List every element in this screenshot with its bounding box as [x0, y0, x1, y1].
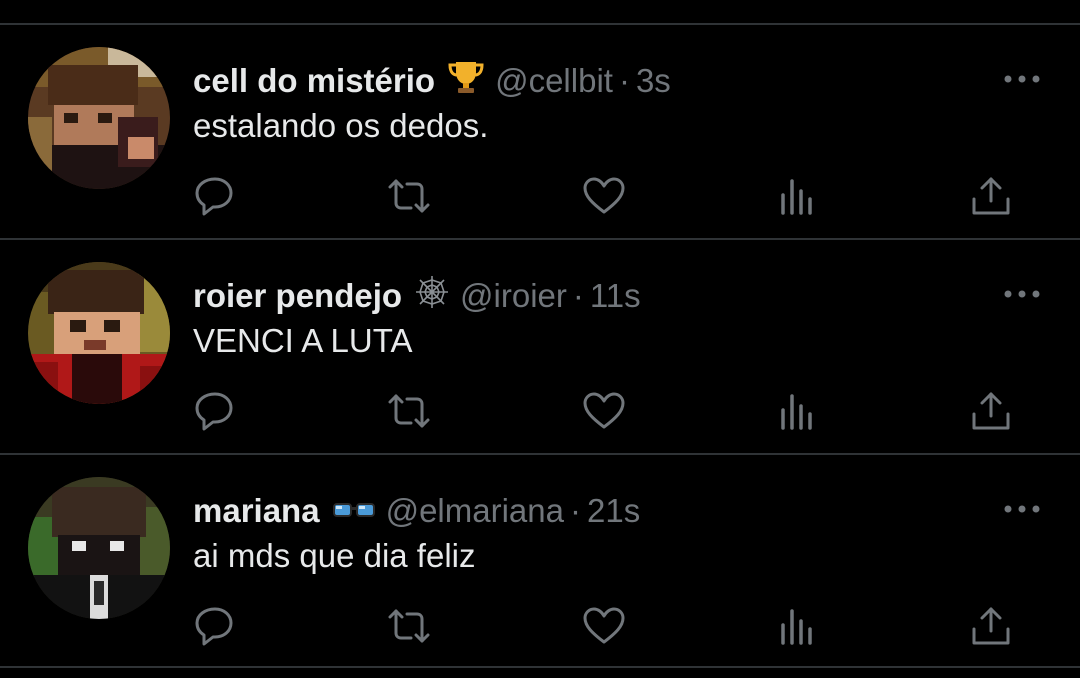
separator: ·: [618, 62, 630, 99]
action-bar: [0, 173, 1080, 223]
reply-icon[interactable]: [192, 173, 238, 219]
handle[interactable]: @cellbit: [495, 62, 613, 100]
glasses-icon: [332, 492, 376, 530]
reply-icon[interactable]: [192, 388, 238, 434]
tweet-header: cell do mistério @cellbit · 3s: [193, 61, 671, 101]
action-bar: [0, 388, 1080, 438]
avatar[interactable]: [28, 47, 170, 189]
tweet-text: VENCI A LUTA: [193, 322, 413, 359]
display-name[interactable]: cell do mistério: [193, 62, 435, 100]
handle[interactable]: @elmariana: [386, 492, 564, 530]
share-icon[interactable]: [968, 173, 1014, 219]
timestamp[interactable]: 21s: [587, 492, 640, 530]
more-options-icon[interactable]: [1002, 282, 1042, 306]
action-bar: [0, 603, 1080, 653]
display-name[interactable]: roier pendejo: [193, 277, 402, 315]
analytics-icon[interactable]: [775, 173, 821, 219]
tweet[interactable]: cell do mistério @cellbit · 3s estalando…: [0, 25, 1080, 239]
handle[interactable]: @iroier: [460, 277, 567, 315]
trophy-icon: [447, 60, 485, 102]
like-icon[interactable]: [581, 603, 627, 649]
separator: ·: [572, 277, 584, 314]
tweet-header: roier pendejo @iroier · 11s: [193, 276, 641, 316]
separator: ·: [569, 492, 581, 529]
retweet-icon[interactable]: [386, 603, 432, 649]
tweet-header: mariana @elmariana · 21s: [193, 491, 640, 531]
spider-web-icon: [414, 274, 450, 318]
display-name[interactable]: mariana: [193, 492, 320, 530]
retweet-icon[interactable]: [386, 173, 432, 219]
like-icon[interactable]: [581, 388, 627, 434]
tweet[interactable]: roier pendejo @iroier · 11s VENCI A LUTA: [0, 240, 1080, 454]
tweet-text: estalando os dedos.: [193, 107, 489, 144]
tweet-text: ai mds que dia feliz: [193, 537, 476, 574]
divider: [0, 666, 1080, 668]
avatar[interactable]: [28, 262, 170, 404]
analytics-icon[interactable]: [775, 388, 821, 434]
reply-icon[interactable]: [192, 603, 238, 649]
timeline: cell do mistério @cellbit · 3s estalando…: [0, 0, 1080, 678]
like-icon[interactable]: [581, 173, 627, 219]
analytics-icon[interactable]: [775, 603, 821, 649]
timestamp[interactable]: 3s: [636, 62, 671, 100]
more-options-icon[interactable]: [1002, 67, 1042, 91]
share-icon[interactable]: [968, 603, 1014, 649]
retweet-icon[interactable]: [386, 388, 432, 434]
tweet[interactable]: mariana @elmariana · 21s ai mds que dia …: [0, 455, 1080, 669]
more-options-icon[interactable]: [1002, 497, 1042, 521]
timestamp[interactable]: 11s: [590, 277, 641, 315]
avatar[interactable]: [28, 477, 170, 619]
share-icon[interactable]: [968, 388, 1014, 434]
